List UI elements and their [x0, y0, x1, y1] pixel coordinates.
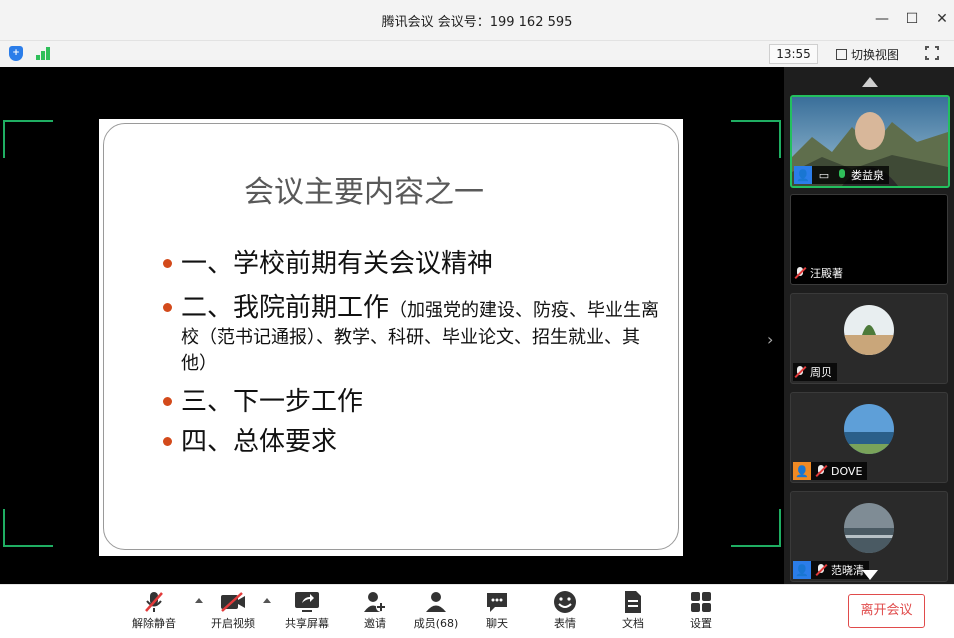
share-screen-button[interactable]: 共享屏幕 — [277, 589, 337, 631]
avatar — [844, 305, 894, 355]
participant-tile[interactable]: 👤 DOVE — [790, 392, 948, 483]
switch-view-label: 切换视图 — [851, 47, 900, 62]
focus-corner — [731, 509, 781, 547]
documents-button[interactable]: 文档 — [603, 589, 663, 631]
members-icon — [406, 589, 466, 615]
participant-name: 娄益泉 — [851, 169, 884, 182]
participant-tile[interactable]: 周贝 — [790, 293, 948, 384]
avatar — [844, 404, 894, 454]
share-screen-icon — [277, 589, 337, 615]
members-label: 成员(68) — [413, 617, 459, 630]
documents-label: 文档 — [622, 617, 644, 630]
focus-corner — [731, 120, 781, 158]
reactions-label: 表情 — [554, 617, 576, 630]
slide-bullet-list: 一、学校前期有关会议精神 二、我院前期工作（加强党的建设、防疫、毕业生离校（范书… — [163, 247, 663, 459]
maximize-button[interactable]: ☐ — [903, 10, 921, 28]
participant-tile[interactable]: 👤 ▭ 娄益泉 — [790, 95, 950, 188]
slide-bullet: 二、我院前期工作（加强党的建设、防疫、毕业生离校（范书记通报）、教学、科研、毕业… — [163, 291, 663, 377]
bullet-dot — [163, 397, 172, 406]
participant-tile[interactable]: 👤 范晓清 — [790, 491, 948, 582]
meeting-info-bar: + 13:55 切换视图 — [0, 40, 954, 67]
participant-tile[interactable]: 汪殿著 — [790, 194, 948, 285]
bullet-dot — [163, 259, 172, 268]
bullet-dot — [163, 437, 172, 446]
grid-settings-icon — [671, 589, 731, 615]
add-user-icon — [345, 589, 405, 615]
slide-bullet: 四、总体要求 — [163, 425, 663, 459]
shield-icon[interactable]: + — [9, 46, 23, 61]
meeting-toolbar: 解除静音 开启视频 共享屏幕 邀请 成员(68) 聊天 表情 文档 设置 离开会… — [0, 584, 954, 638]
chevron-up-icon[interactable] — [195, 598, 203, 603]
focus-corner — [3, 509, 53, 547]
microphone-muted-icon — [814, 563, 828, 577]
reactions-button[interactable]: 表情 — [535, 589, 595, 631]
microphone-muted-icon — [793, 266, 807, 280]
slide-bullet: 一、学校前期有关会议精神 — [163, 247, 663, 281]
participant-name: 汪殿著 — [810, 267, 843, 280]
leave-meeting-button[interactable]: 离开会议 — [848, 594, 925, 628]
title-bar: 腾讯会议 会议号：199 162 595 — ☐ ✕ — [0, 0, 954, 40]
microphone-icon — [836, 168, 848, 182]
microphone-muted-icon — [814, 464, 828, 478]
user-badge-icon: 👤 — [793, 462, 811, 480]
avatar — [844, 503, 894, 553]
settings-button[interactable]: 设置 — [671, 589, 731, 631]
unmute-button[interactable]: 解除静音 — [124, 589, 184, 631]
scroll-down-icon[interactable] — [862, 570, 878, 580]
camera-off-icon — [203, 589, 263, 615]
slide-bullet: 三、下一步工作 — [163, 385, 663, 419]
screen-share-icon: ▭ — [818, 168, 830, 182]
invite-label: 邀请 — [364, 617, 386, 630]
participant-sidebar[interactable]: 👤 ▭ 娄益泉 汪殿著 周贝 👤 DOVE 👤 范晓清 — [784, 67, 954, 584]
window-title: 腾讯会议 会议号：199 162 595 — [381, 15, 573, 30]
chat-button[interactable]: 聊天 — [467, 589, 527, 631]
signal-icon[interactable] — [36, 46, 52, 60]
unmute-label: 解除静音 — [132, 617, 176, 630]
meeting-clock: 13:55 — [769, 44, 818, 64]
start-video-button[interactable]: 开启视频 — [203, 589, 263, 631]
chevron-right-icon[interactable]: › — [767, 330, 773, 349]
chevron-up-icon[interactable] — [263, 598, 271, 603]
share-screen-label: 共享屏幕 — [285, 617, 329, 630]
participant-name: 范晓清 — [831, 564, 864, 577]
close-button[interactable]: ✕ — [933, 10, 951, 28]
participant-nameplate: 👤 ▭ 娄益泉 — [794, 166, 889, 184]
scroll-up-icon[interactable] — [862, 77, 878, 87]
bullet-dot — [163, 303, 172, 312]
invite-button[interactable]: 邀请 — [345, 589, 405, 631]
participant-nameplate: 汪殿著 — [793, 264, 848, 282]
participant-name: 周贝 — [810, 366, 832, 379]
chat-label: 聊天 — [486, 617, 508, 630]
slide-title: 会议主要内容之一 — [244, 175, 484, 210]
host-icon: 👤 — [793, 561, 811, 579]
participant-nameplate: 周贝 — [793, 363, 837, 381]
host-icon: 👤 — [794, 166, 812, 184]
participant-nameplate: 👤 DOVE — [793, 462, 868, 480]
smiley-icon — [535, 589, 595, 615]
grid-view-icon — [836, 48, 847, 60]
presentation-slide: 会议主要内容之一 一、学校前期有关会议精神 二、我院前期工作（加强党的建设、防疫… — [99, 119, 683, 556]
participant-nameplate: 👤 范晓清 — [793, 561, 869, 579]
members-button[interactable]: 成员(68) — [406, 589, 466, 631]
switch-view-button[interactable]: 切换视图 — [836, 45, 899, 63]
participant-name: DOVE — [831, 464, 863, 478]
minimize-button[interactable]: — — [873, 10, 891, 28]
start-video-label: 开启视频 — [211, 617, 255, 630]
focus-corner — [3, 120, 53, 158]
shared-screen-stage: 会议主要内容之一 一、学校前期有关会议精神 二、我院前期工作（加强党的建设、防疫… — [0, 67, 784, 584]
chat-icon — [467, 589, 527, 615]
fullscreen-icon[interactable] — [924, 45, 940, 61]
microphone-muted-icon — [124, 589, 184, 615]
document-icon — [603, 589, 663, 615]
settings-label: 设置 — [690, 617, 712, 630]
microphone-muted-icon — [793, 365, 807, 379]
